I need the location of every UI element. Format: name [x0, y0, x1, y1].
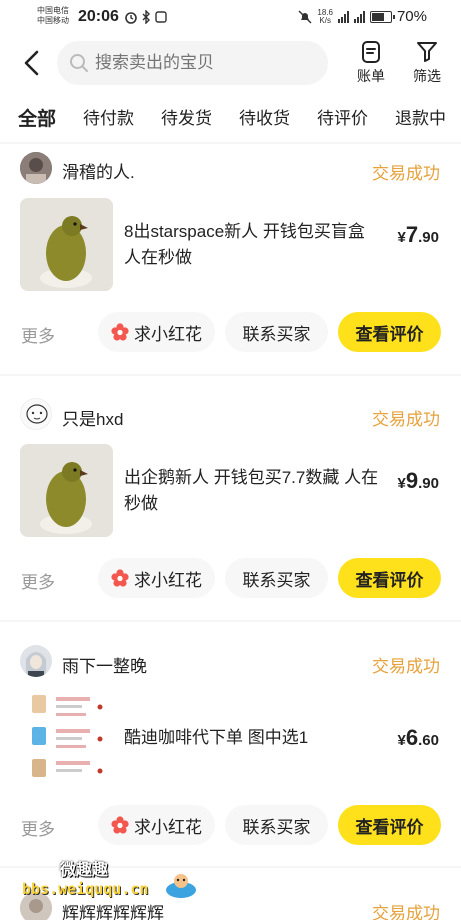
- flower-icon: [111, 816, 129, 834]
- alarm-icon: [125, 12, 137, 24]
- request-flower-button[interactable]: 求小红花: [98, 558, 215, 598]
- flower-icon: [111, 323, 129, 341]
- product-title[interactable]: 出企鹅新人 开钱包买7.7数藏 人在秒做: [124, 465, 384, 517]
- watermark-mascot-icon: [166, 874, 196, 898]
- price-decimal: .90: [418, 475, 439, 492]
- mute-icon: [298, 10, 312, 23]
- order-status: 交易成功: [372, 657, 440, 676]
- watermark-url: bbs.weiququ.cn: [22, 880, 149, 898]
- product-title[interactable]: 8出starspace新人 开钱包买盲盒 人在秒做: [124, 219, 384, 271]
- carrier-labels: 中国电信 中国移动: [37, 6, 69, 26]
- tab-all[interactable]: 全部: [15, 104, 59, 134]
- nfc-icon: [154, 11, 167, 23]
- price-integer: 6: [405, 725, 419, 750]
- product-image[interactable]: [20, 198, 113, 291]
- price-decimal: .60: [418, 732, 439, 749]
- signal-icon-2: [353, 10, 365, 23]
- header: 账单 筛选: [0, 38, 461, 90]
- seller-name[interactable]: 滑稽的人.: [62, 158, 135, 183]
- product-price: ¥7.90: [398, 222, 439, 248]
- battery-percent: 70%: [396, 8, 427, 25]
- carrier-1: 中国电信: [37, 6, 69, 15]
- status-icons-right: 18.6 K/s 70%: [298, 8, 427, 25]
- status-icons-left: [124, 9, 167, 25]
- product-price: ¥9.90: [398, 468, 439, 494]
- flower-icon: [111, 569, 129, 587]
- contact-buyer-button[interactable]: 联系买家: [225, 312, 328, 352]
- tab-pending-review[interactable]: 待评价: [317, 104, 368, 134]
- request-flower-label: 求小红花: [134, 817, 202, 837]
- product-price: ¥6.60: [398, 725, 439, 751]
- avatar-image: [20, 152, 52, 184]
- seller-name[interactable]: 只是hxd: [62, 405, 123, 430]
- bluetooth-icon: [142, 9, 151, 25]
- net-speed-unit: K/s: [319, 15, 331, 25]
- avatar-image: [21, 399, 51, 429]
- request-flower-label: 求小红花: [134, 570, 202, 590]
- tab-pending-shipment[interactable]: 待发货: [161, 104, 212, 134]
- more-button[interactable]: 更多: [21, 568, 55, 593]
- request-flower-button[interactable]: 求小红花: [98, 312, 215, 352]
- request-flower-button[interactable]: 求小红花: [98, 805, 215, 845]
- order-tabs: 全部 待付款 待发货 待收货 待评价 退款中: [15, 104, 461, 134]
- price-currency: ¥: [397, 732, 406, 749]
- request-flower-label: 求小红花: [134, 324, 202, 344]
- filter-icon: [417, 42, 437, 62]
- order-status: 交易成功: [372, 410, 440, 429]
- price-currency: ¥: [397, 229, 406, 246]
- avatar-image: [20, 645, 52, 677]
- more-button[interactable]: 更多: [21, 322, 55, 347]
- view-review-button[interactable]: 查看评价: [338, 805, 441, 845]
- order-status: 交易成功: [372, 164, 440, 183]
- bird-figurine-image: [20, 444, 113, 537]
- product-image[interactable]: [20, 444, 113, 537]
- back-icon[interactable]: [20, 48, 44, 78]
- coffee-menu-image: [20, 691, 113, 784]
- view-review-button[interactable]: 查看评价: [338, 558, 441, 598]
- search-input[interactable]: [95, 53, 305, 73]
- divider: [0, 620, 461, 622]
- filter-button[interactable]: 筛选: [405, 40, 449, 86]
- status-bar: 中国电信 中国移动 20:06 18.6 K/s 70%: [0, 0, 461, 34]
- view-review-button[interactable]: 查看评价: [338, 312, 441, 352]
- bill-label: 账单: [357, 68, 385, 84]
- contact-buyer-button[interactable]: 联系买家: [225, 805, 328, 845]
- avatar[interactable]: [20, 152, 52, 184]
- bill-button[interactable]: 账单: [349, 40, 393, 86]
- avatar[interactable]: [20, 645, 52, 677]
- search-bar[interactable]: [57, 41, 328, 85]
- order-status: 交易成功: [372, 904, 440, 920]
- seller-name[interactable]: 辉辉辉辉辉辉: [62, 899, 164, 920]
- product-image[interactable]: [20, 691, 113, 784]
- filter-label: 筛选: [413, 68, 441, 84]
- avatar[interactable]: [20, 398, 52, 430]
- tab-refunding[interactable]: 退款中: [395, 104, 446, 134]
- search-icon: [70, 54, 88, 72]
- watermark-text: 微趣趣: [60, 862, 109, 879]
- battery-icon: [369, 10, 395, 23]
- signal-icon-1: [337, 10, 349, 23]
- contact-buyer-button[interactable]: 联系买家: [225, 558, 328, 598]
- clock: 20:06: [78, 8, 119, 25]
- bill-icon: [362, 41, 380, 63]
- price-currency: ¥: [397, 475, 406, 492]
- divider: [0, 374, 461, 376]
- price-decimal: .90: [418, 229, 439, 246]
- seller-name[interactable]: 雨下一整晚: [62, 652, 147, 677]
- product-title[interactable]: 酷迪咖啡代下单 图中选1: [124, 725, 384, 751]
- tab-all-label: 全部: [18, 109, 57, 130]
- price-integer: 7: [405, 222, 419, 247]
- price-integer: 9: [405, 468, 419, 493]
- more-button[interactable]: 更多: [21, 815, 55, 840]
- divider: [0, 142, 461, 144]
- tab-pending-receipt[interactable]: 待收货: [239, 104, 290, 134]
- bird-figurine-image: [20, 198, 113, 291]
- net-speed: 18.6 K/s: [317, 8, 333, 25]
- tab-pending-payment[interactable]: 待付款: [83, 104, 134, 134]
- carrier-2: 中国移动: [37, 16, 69, 25]
